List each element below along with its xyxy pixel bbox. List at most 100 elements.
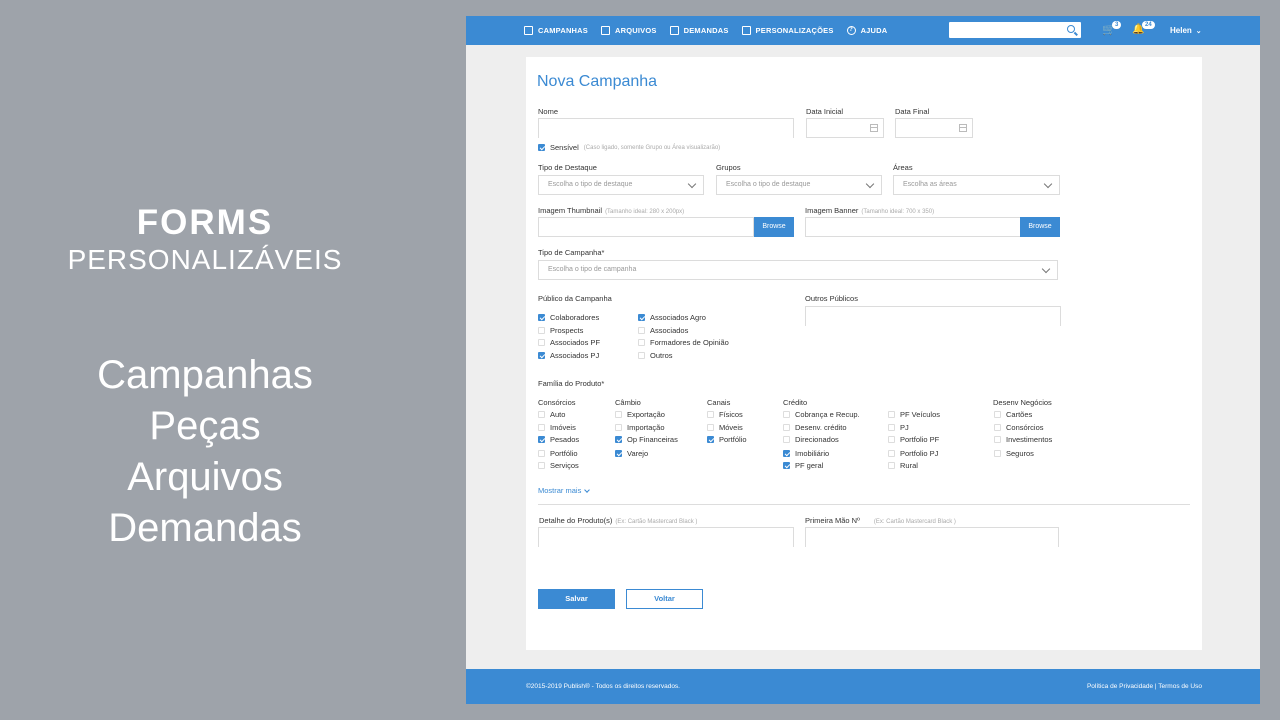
outros-publicos-input[interactable] [806, 309, 1060, 328]
nav-demandas[interactable]: DEMANDAS [669, 26, 729, 35]
checkbox-icon [538, 449, 545, 457]
checkbox-icon [888, 423, 895, 431]
checkbox-label: Imóveis [550, 422, 576, 432]
banner-browse-button[interactable]: Browse [1020, 217, 1060, 237]
tipo-campanha-select[interactable]: Escolha o tipo de campanha [538, 260, 1058, 280]
checkbox-item[interactable]: Associados Agro [638, 313, 706, 322]
checkbox-item[interactable]: Portfólio [538, 449, 578, 458]
checkbox-item[interactable]: Auto [538, 410, 565, 419]
user-menu[interactable]: Helen ⌄ [1170, 16, 1202, 45]
checkbox-item[interactable]: PF geral [783, 461, 823, 470]
checkbox-item[interactable]: Formadores de Opinião [638, 338, 729, 347]
checkbox-item[interactable]: Associados [638, 326, 688, 335]
checkbox-label: PF geral [795, 461, 824, 470]
chevron-down-icon [687, 179, 697, 189]
nav-campanhas[interactable]: CAMPANHAS [524, 26, 588, 35]
checkbox-item[interactable]: Prospects [538, 326, 583, 335]
chevron-down-icon [1041, 264, 1051, 274]
checkbox-item[interactable]: Op Financeiras [615, 435, 678, 444]
checkbox-item[interactable]: Seguros [994, 449, 1034, 458]
nav-ajuda[interactable]: ? AJUDA [846, 26, 888, 35]
nav-arquivos[interactable]: ARQUIVOS [601, 26, 657, 35]
nome-input[interactable] [539, 121, 793, 140]
checkbox-icon [783, 462, 790, 469]
checkbox-item[interactable]: Associados PJ [538, 351, 599, 360]
checkbox-item[interactable]: Cobrança e Recup. [783, 410, 860, 419]
cambio-heading: Câmbio [615, 398, 641, 407]
banner-field[interactable] [805, 217, 1021, 237]
calendar-icon [524, 26, 533, 35]
desenv-heading: Desenv Negócios [993, 398, 1052, 407]
checkbox-item[interactable]: Portfólio [707, 435, 747, 444]
thumb-field[interactable] [538, 217, 754, 237]
checkbox-item[interactable]: Portfolio PF [888, 435, 939, 444]
checkbox-item[interactable]: Cartões [994, 410, 1032, 419]
checkbox-item[interactable]: Colaboradores [538, 313, 599, 322]
calendar-icon[interactable] [870, 124, 878, 132]
checkbox-item[interactable]: Portfolio PJ [888, 449, 938, 458]
tipo-destaque-select[interactable]: Escolha o tipo de destaque [538, 175, 704, 195]
checkbox-item[interactable]: Rural [888, 461, 918, 470]
grupos-select[interactable]: Escolha o tipo de destaque [716, 175, 882, 195]
thumb-label-text: Imagem Thumbnail [538, 206, 603, 215]
privacy-link[interactable]: Política de Privacidade [1087, 683, 1153, 690]
checkbox-item[interactable]: Imobiliário [783, 449, 829, 458]
page-title: Nova Campanha [537, 73, 658, 90]
checkbox-item[interactable]: Importação [615, 423, 665, 432]
checkbox-item[interactable]: Serviços [538, 461, 579, 470]
back-button[interactable]: Voltar [626, 589, 703, 609]
search-icon[interactable] [1067, 25, 1075, 33]
promo-panel: FORMS PERSONALIZÁVEIS Campanhas Peças Ar… [0, 0, 410, 720]
data-final-label: Data Final [895, 107, 930, 116]
checkbox-item[interactable]: Direcionados [783, 435, 839, 444]
checkbox-icon [615, 423, 622, 431]
detalhe-input[interactable] [539, 530, 793, 549]
primeira-label-text: Primeira Mão Nº [805, 516, 860, 525]
areas-select[interactable]: Escolha as áreas [893, 175, 1060, 195]
cart-button[interactable]: 🛒 3 [1102, 21, 1122, 36]
mostrar-mais-link[interactable]: Mostrar mais [538, 486, 591, 495]
checkbox-label: Associados PJ [550, 350, 600, 360]
checkbox-item[interactable]: Físicos [707, 410, 743, 419]
grupos-label: Grupos [716, 163, 741, 172]
checkbox-label: Cartões [1006, 410, 1033, 419]
notifications-button[interactable]: 🔔 24 [1132, 21, 1155, 36]
checkbox-item[interactable]: Exportação [615, 410, 665, 419]
checkbox-label: Prospects [550, 325, 584, 335]
checkbox-item[interactable]: Outros [638, 351, 673, 360]
checkbox-label: Formadores de Opinião [650, 338, 729, 347]
primeira-hint: (Ex: Cartão Mastercard Black ) [873, 519, 956, 525]
checkbox-item[interactable]: Investimentos [994, 435, 1052, 444]
checkbox-label: Consórcios [1006, 422, 1044, 432]
checkbox-icon [638, 326, 645, 334]
checkbox-item[interactable]: Pesados [538, 435, 579, 444]
checkbox-item[interactable]: Consórcios [994, 423, 1044, 432]
detalhe-label: Detalhe do Produto(s) (Ex: Cartão Masterc… [539, 516, 697, 525]
checkbox-icon [994, 411, 1001, 418]
checkbox-label: Associados [650, 325, 689, 335]
save-button[interactable]: Salvar [538, 589, 615, 609]
terms-link[interactable]: Termos de Uso [1158, 683, 1202, 690]
sensivel-checkbox[interactable]: Sensível (Caso ligado, somente Grupo ou … [538, 143, 720, 152]
nav-personalizacoes[interactable]: PERSONALIZAÇÕES [741, 26, 834, 35]
calendar-icon[interactable] [959, 124, 967, 132]
data-inicial-label: Data Inicial [806, 107, 844, 116]
checkbox-label: Op Financeiras [627, 435, 678, 444]
nav-label: AJUDA [860, 26, 888, 35]
data-inicial-field[interactable] [806, 118, 884, 138]
checkbox-item[interactable]: Desenv. crédito [783, 423, 847, 432]
nav-label: ARQUIVOS [615, 26, 657, 35]
thumb-browse-button[interactable]: Browse [754, 217, 794, 237]
checkbox-item[interactable]: Imóveis [538, 423, 576, 432]
checkbox-item[interactable]: Associados PF [538, 338, 600, 347]
checkbox-item[interactable]: PF Veículos [888, 410, 940, 419]
checkbox-item[interactable]: PJ [888, 423, 909, 432]
checkbox-item[interactable]: Móveis [707, 423, 743, 432]
checkbox-item[interactable]: Varejo [615, 449, 648, 458]
data-final-field[interactable] [895, 118, 973, 138]
primeira-input[interactable] [806, 530, 1058, 549]
search-input[interactable] [949, 25, 1059, 42]
footer-links: Política de Privacidade | Termos de Uso [1087, 683, 1202, 690]
checkbox-icon [538, 339, 545, 346]
checkbox-icon [707, 436, 714, 443]
